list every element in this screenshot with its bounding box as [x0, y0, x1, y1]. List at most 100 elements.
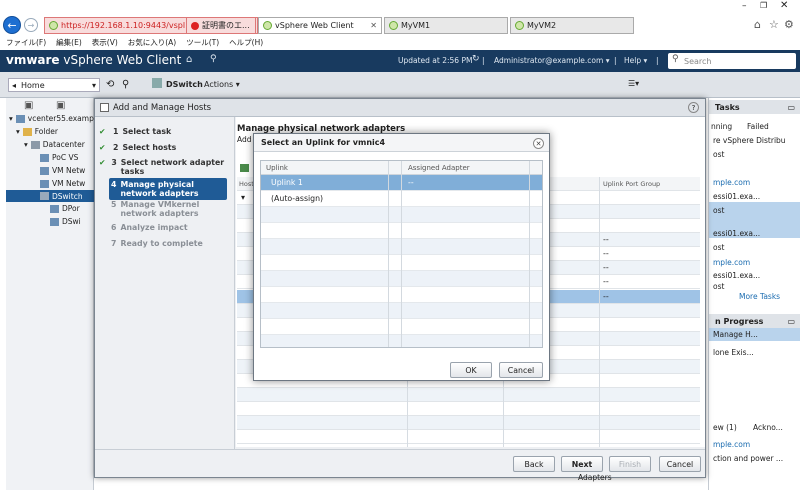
tab-new-alarms[interactable]: ew (1)	[713, 423, 737, 432]
tree-item-dswitch[interactable]: DSwitch	[6, 190, 94, 202]
browser-menubar: ファイル(F) 編集(E) 表示(V) お気に入り(A) ツール(T) ヘルプ(…	[0, 36, 800, 49]
tab-myvm2[interactable]: MyVM2	[510, 17, 634, 34]
menu-tools[interactable]: ツール(T)	[186, 37, 219, 48]
favorites-star-icon[interactable]: ☆	[769, 18, 779, 31]
address-text: https://192.168.1.10:9443/vspl	[61, 21, 186, 30]
separator: |	[482, 56, 485, 65]
tasks-panel-header: Tasks ▭	[709, 100, 800, 114]
restore-icon[interactable]: ❐	[760, 1, 767, 10]
minimize-icon[interactable]: –	[742, 1, 747, 11]
uplink-row-uplink1[interactable]: Uplink 1 --	[261, 175, 542, 191]
content-description: Add	[237, 135, 252, 144]
tree-item-poc[interactable]: PoC VS	[40, 153, 78, 162]
home-icon[interactable]: ⌂	[754, 18, 761, 31]
menu-view[interactable]: 表示(V)	[92, 37, 118, 48]
task-line: ost	[713, 282, 725, 291]
tree-item-vm-network-2[interactable]: VM Netw	[40, 179, 85, 188]
pin-icon[interactable]: ⚲	[122, 79, 129, 90]
step-select-hosts[interactable]: ✔ 2 Select hosts	[99, 143, 229, 152]
separator: |	[656, 56, 659, 65]
tab-running[interactable]: nning	[711, 122, 732, 131]
refresh-icon[interactable]: ↻	[472, 54, 480, 64]
chevron-down-icon: ▾	[91, 80, 96, 90]
inventory-tree: ▣ ▣ ▾ vcenter55.example ▾ Folder ▾ Datacent…	[6, 98, 101, 490]
vm-icon	[515, 21, 524, 30]
table-row[interactable]	[237, 430, 700, 444]
network-adapter-icon[interactable]	[240, 164, 249, 172]
help-icon[interactable]: ?	[688, 102, 699, 113]
wizard-footer: Back Next Finish Cancel	[95, 449, 705, 477]
tree-item-vm-network-1[interactable]: VM Netw	[40, 166, 85, 175]
table-row[interactable]	[237, 402, 700, 416]
task-link[interactable]: mple.com	[713, 178, 750, 187]
empty-row	[261, 239, 542, 255]
grid-header: Uplink Assigned Adapter	[261, 161, 542, 175]
tab-failed[interactable]: Failed	[747, 122, 769, 131]
side-panels: Tasks ▭ nning Failed re vSphere Distribu …	[708, 98, 800, 490]
back-arrow-icon[interactable]: ←	[3, 16, 21, 34]
finish-button: Finish	[609, 456, 651, 472]
tab-vsphere-web-client[interactable]: vSphere Web Client ✕	[258, 17, 382, 34]
home-nav-button[interactable]: ◂ Home ▾	[8, 78, 100, 92]
settings-gear-icon[interactable]: ⚙	[784, 18, 794, 31]
warning-icon	[191, 21, 199, 30]
cancel-button[interactable]: Cancel	[499, 362, 543, 378]
tree-item-vcenter[interactable]: ▾ vcenter55.example	[9, 114, 101, 123]
pin-icon[interactable]: ⚲	[210, 54, 217, 64]
object-title: DSwitch	[166, 80, 203, 89]
actions-menu[interactable]: Actions ▾	[204, 80, 240, 89]
menu-edit[interactable]: 編集(E)	[56, 37, 82, 48]
wizard-icon	[100, 103, 109, 112]
column-uplink[interactable]: Uplink	[266, 164, 288, 172]
progress-item[interactable]: lone Exis...	[713, 348, 754, 357]
tree-item-folder[interactable]: ▾ Folder	[16, 127, 58, 136]
close-window-icon[interactable]: ✕	[780, 0, 788, 11]
close-tab-icon[interactable]: ✕	[370, 21, 377, 30]
forward-arrow-icon[interactable]: →	[24, 18, 38, 32]
home-icon[interactable]: ⌂	[186, 54, 192, 65]
vms-icon[interactable]: ▣	[56, 100, 65, 111]
dialog-title: Add and Manage Hosts ?	[95, 99, 705, 117]
search-input[interactable]: ⚲ Search	[668, 53, 796, 69]
minimize-panel-icon[interactable]: ▭	[787, 103, 795, 112]
check-icon: ✔	[99, 158, 106, 167]
help-menu[interactable]: Help ▾	[624, 56, 647, 65]
vm-icon	[389, 21, 398, 30]
tree-item-datacenter[interactable]: ▾ Datacenter	[24, 140, 85, 149]
wizard-steps: ✔ 1 Select task ✔ 2 Select hosts ✔ 3 Select ne…	[95, 117, 235, 477]
step-analyze-impact: 6 Analyze impact	[111, 223, 188, 232]
back-button[interactable]: Back	[513, 456, 555, 472]
minimize-panel-icon[interactable]: ▭	[787, 317, 795, 326]
tree-item-dswitch-uplinks[interactable]: DSwi	[50, 217, 81, 226]
menu-help[interactable]: ヘルプ(H)	[229, 37, 263, 48]
tab-certificate-error[interactable]: 証明書のエ...	[186, 17, 256, 34]
step-manage-physical-adapters[interactable]: 4 Manage physical network adapters	[109, 178, 227, 200]
more-tasks-link[interactable]: More Tasks	[739, 292, 780, 301]
progress-item[interactable]: Manage H...	[713, 330, 758, 339]
empty-row	[261, 207, 542, 223]
history-icon[interactable]: ⟲	[106, 79, 114, 90]
close-icon[interactable]: ✕	[533, 138, 544, 149]
empty-row	[261, 255, 542, 271]
hosts-icon[interactable]: ▣	[24, 100, 33, 111]
table-row[interactable]	[237, 388, 700, 402]
alarm-link[interactable]: mple.com	[713, 440, 750, 449]
menu-file[interactable]: ファイル(F)	[6, 37, 46, 48]
task-link[interactable]: mple.com	[713, 258, 750, 267]
menu-favorites[interactable]: お気に入り(A)	[128, 37, 176, 48]
column-assigned-adapter[interactable]: Assigned Adapter	[408, 164, 470, 172]
cancel-button[interactable]: Cancel	[659, 456, 701, 472]
tab-acknowledged[interactable]: Ackno...	[753, 423, 783, 432]
step-select-task[interactable]: ✔ 1 Select task	[99, 127, 229, 136]
step-select-adapter-tasks[interactable]: ✔ 3 Select network adapter tasks	[99, 158, 229, 176]
table-row[interactable]	[237, 416, 700, 430]
next-button[interactable]: Next	[561, 456, 603, 472]
tree-item-dport[interactable]: DPor	[50, 204, 80, 213]
task-line: essi01.exa...	[713, 271, 761, 280]
work-in-progress-header: n Progress ▭	[709, 314, 800, 328]
user-menu[interactable]: Administrator@example.com ▾	[494, 56, 609, 65]
list-view-icon[interactable]: ☰▾	[628, 79, 639, 88]
tab-myvm1[interactable]: MyVM1	[384, 17, 508, 34]
uplink-row-auto-assign[interactable]: (Auto-assign)	[261, 191, 542, 207]
ok-button[interactable]: OK	[450, 362, 492, 378]
